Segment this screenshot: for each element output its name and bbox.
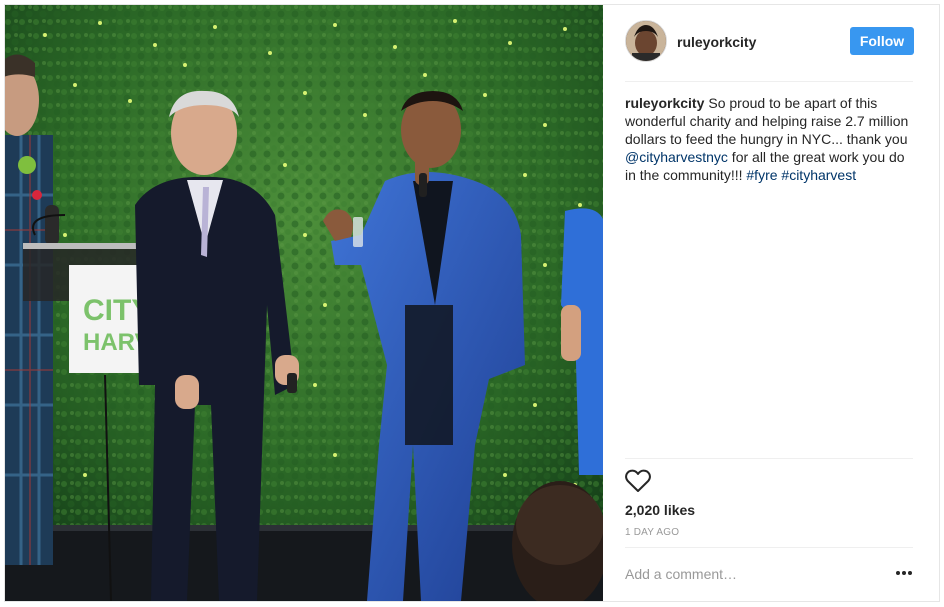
post-header: ruleyorkcity Follow — [603, 5, 939, 81]
caption-author-link[interactable]: ruleyorkcity — [625, 95, 704, 111]
more-dot — [896, 571, 900, 575]
likes-label: likes — [660, 502, 696, 518]
more-options-icon[interactable] — [893, 563, 915, 583]
comment-input[interactable] — [625, 563, 865, 585]
more-dot — [902, 571, 906, 575]
actions-divider — [625, 458, 913, 459]
post-caption: ruleyorkcity So proud to be apart of this… — [625, 94, 915, 184]
comment-divider — [625, 547, 913, 548]
hashtag-fyre-link[interactable]: #fyre — [746, 167, 777, 183]
heart-outline-icon[interactable] — [624, 467, 652, 495]
post-side-panel: ruleyorkcity Follow ruleyorkcity So proud… — [603, 5, 939, 601]
instagram-post-card: CITY HARVEST RESCUING FOOD FOR NEW YORK'… — [4, 4, 940, 602]
more-dot — [908, 571, 912, 575]
username-link[interactable]: ruleyorkcity — [677, 34, 756, 50]
event-photo-illustration: CITY HARVEST RESCUING FOOD FOR NEW YORK'… — [5, 5, 603, 601]
mention-link[interactable]: @cityharvestnyc — [625, 149, 728, 165]
post-photo[interactable]: CITY HARVEST RESCUING FOOD FOR NEW YORK'… — [5, 5, 603, 601]
profile-avatar[interactable] — [625, 20, 667, 62]
header-divider — [625, 81, 913, 82]
post-timestamp[interactable]: 1 DAY AGO — [625, 527, 679, 538]
likes-number: 2,020 — [625, 502, 661, 518]
follow-button[interactable]: Follow — [850, 27, 914, 55]
avatar-image — [626, 21, 666, 61]
hashtag-cityharvest-link[interactable]: #cityharvest — [781, 167, 856, 183]
likes-count[interactable]: 2,020 likes — [625, 502, 695, 518]
